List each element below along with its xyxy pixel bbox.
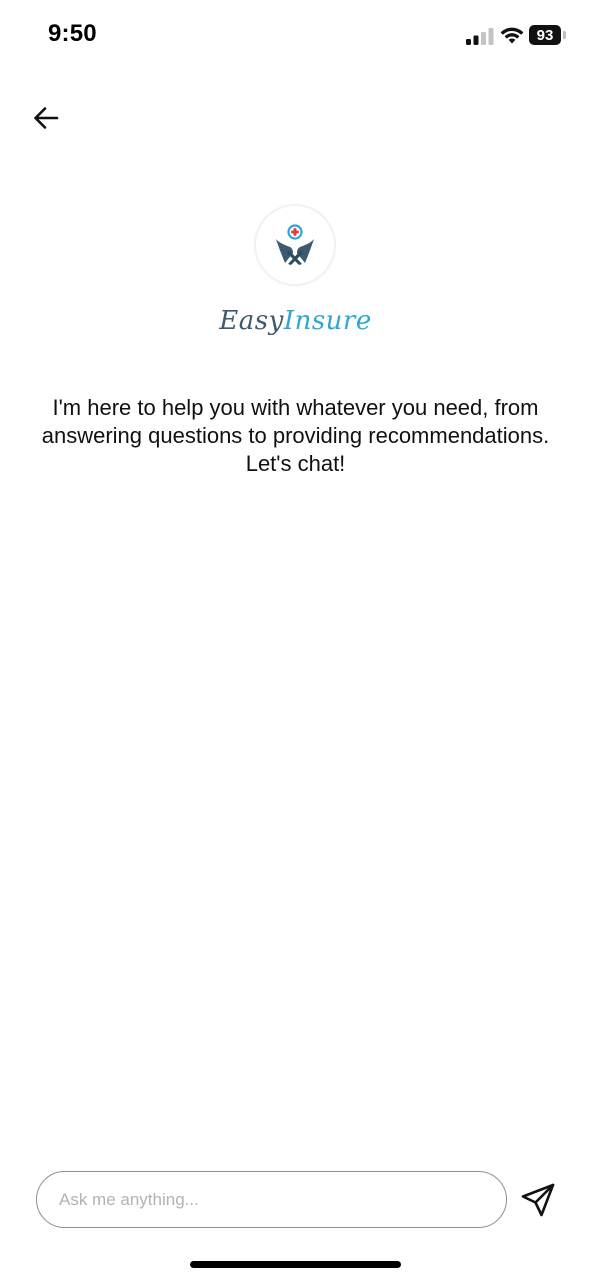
home-indicator bbox=[190, 1261, 401, 1268]
status-bar: 9:50 93 bbox=[0, 0, 591, 70]
status-time: 9:50 bbox=[48, 20, 97, 47]
brand-name-insure: Insure bbox=[283, 306, 372, 336]
battery-indicator: 93 bbox=[529, 25, 561, 45]
cellular-signal-icon bbox=[466, 28, 494, 45]
brand-name-easy: Easy bbox=[219, 306, 284, 336]
wifi-icon bbox=[500, 27, 524, 44]
chat-input[interactable] bbox=[37, 1172, 506, 1227]
chat-screen: 9:50 93 EasyInsure I'm here to help you … bbox=[0, 0, 591, 1280]
brand-name: EasyInsure bbox=[0, 306, 591, 336]
arrow-left-icon bbox=[34, 107, 59, 129]
battery-nub bbox=[563, 31, 566, 39]
send-button[interactable] bbox=[518, 1180, 558, 1220]
hands-medical-cross-icon bbox=[276, 224, 314, 265]
send-paper-plane-icon bbox=[521, 1183, 555, 1217]
back-button[interactable] bbox=[28, 100, 64, 136]
brand-logo bbox=[256, 206, 334, 284]
battery-level: 93 bbox=[536, 26, 554, 44]
chat-input-container bbox=[36, 1171, 507, 1228]
intro-message: I'm here to help you with whatever you n… bbox=[41, 395, 550, 476]
